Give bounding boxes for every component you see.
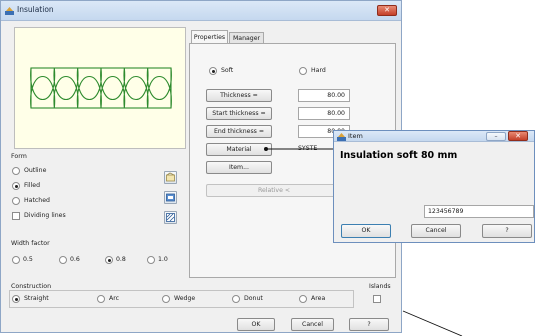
close-icon: ✕: [515, 132, 521, 140]
item-close-button[interactable]: ✕: [508, 131, 528, 141]
minimize-icon: –: [494, 133, 498, 140]
item-cancel-button[interactable]: Cancel: [411, 224, 461, 238]
item-dialog-title: Item: [348, 132, 363, 140]
item-minimize-button[interactable]: –: [486, 132, 506, 141]
item-app-icon: [337, 133, 346, 141]
item-ok-button[interactable]: OK: [341, 224, 391, 238]
item-dialog: Item – ✕ Insulation soft 80 mm 123456789…: [333, 130, 535, 243]
item-dialog-title-bar[interactable]: Item – ✕: [334, 131, 534, 142]
item-heading: Insulation soft 80 mm: [340, 150, 458, 161]
item-code-field[interactable]: 123456789: [424, 205, 534, 218]
item-help-button[interactable]: ?: [482, 224, 532, 238]
